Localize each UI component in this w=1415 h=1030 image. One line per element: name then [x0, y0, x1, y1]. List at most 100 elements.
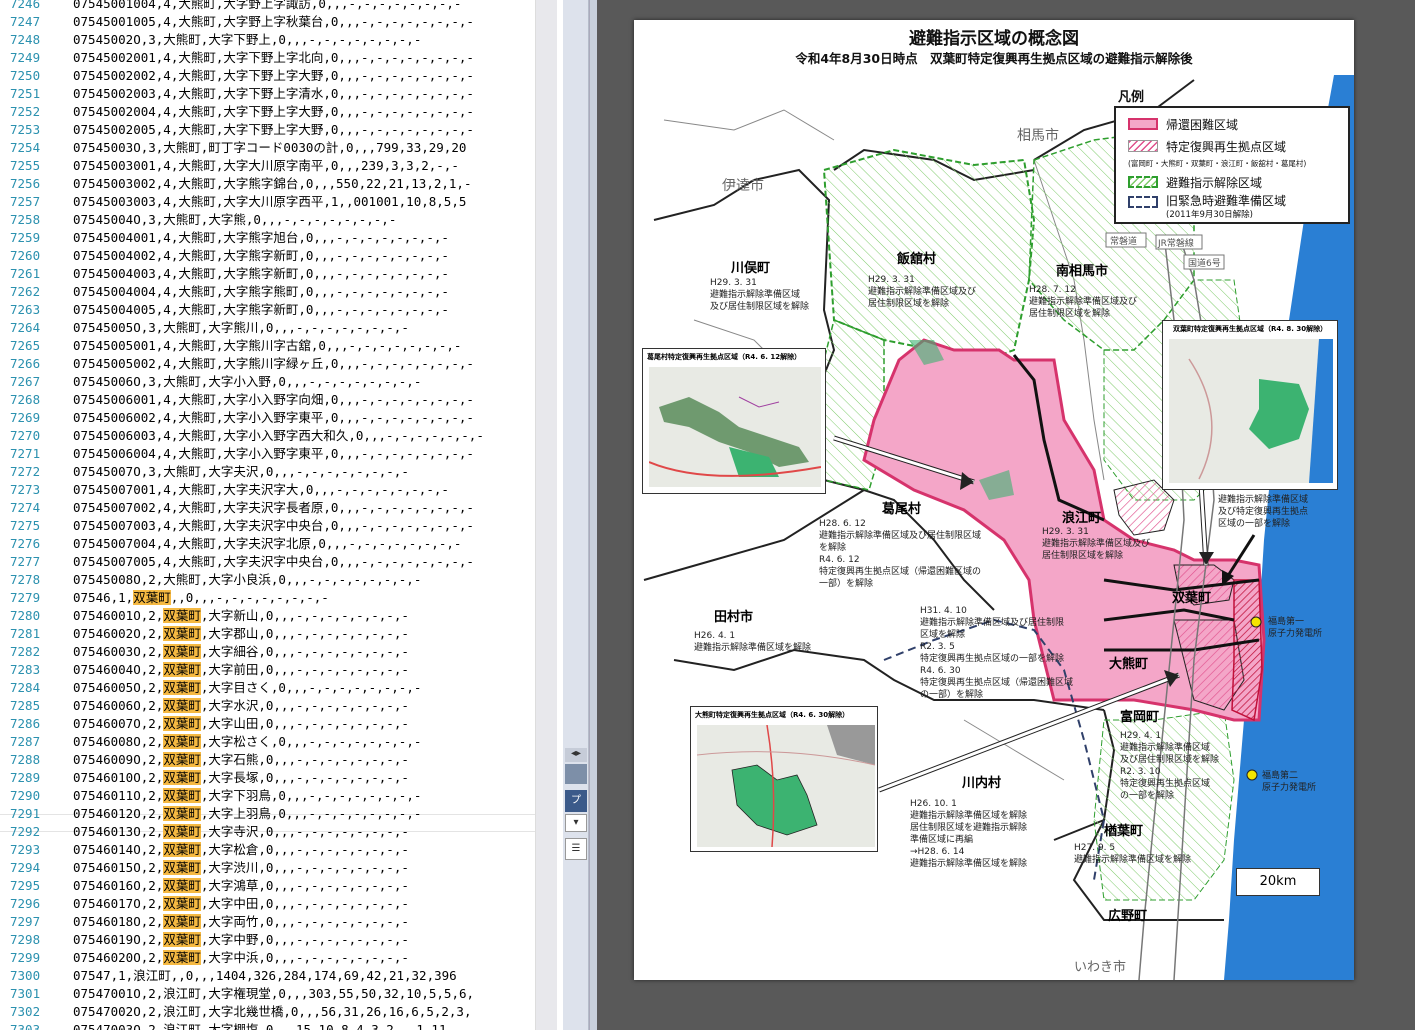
code-line[interactable]: 7279 07546,1,双葉町,,0,,,-,-,-,-,-,-,-,-	[0, 589, 535, 607]
code-line[interactable]: 7256 07545003002,4,大熊町,大字熊字錦台,0,,,550,22,…	[0, 175, 535, 193]
pane-divider[interactable]	[589, 0, 597, 1030]
code-line[interactable]: 7253 07545002005,4,大熊町,大字下野上字大野,0,,,-,-,-…	[0, 121, 535, 139]
line-text[interactable]: 07545002001,4,大熊町,大字下野上字北向,0,,,-,-,-,-,-…	[73, 49, 474, 67]
line-text[interactable]: 07545007001,4,大熊町,大字夫沢字大,0,,,-,-,-,-,-,-…	[73, 481, 449, 499]
code-line[interactable]: 7280 07546001O,2,双葉町,大字新山,0,,,-,-,-,-,-,-…	[0, 607, 535, 625]
line-text[interactable]: 07545002002,4,大熊町,大字下野上字大野,0,,,-,-,-,-,-…	[73, 67, 474, 85]
line-text[interactable]: 07545001005,4,大熊町,大字野上字秋葉台,0,,,-,-,-,-,-…	[73, 13, 474, 31]
line-text[interactable]: 07546001O,2,双葉町,大字新山,0,,,-,-,-,-,-,-,-,-	[73, 607, 409, 625]
editor-scrollbar[interactable]	[535, 0, 557, 1030]
line-text[interactable]: 07545008O,2,大熊町,大字小良浜,0,,,-,-,-,-,-,-,-,…	[73, 571, 421, 589]
line-text[interactable]: 07546014O,2,双葉町,大字松倉,0,,,-,-,-,-,-,-,-,-	[73, 841, 409, 859]
code-line[interactable]: 7278 07545008O,2,大熊町,大字小良浜,0,,,-,-,-,-,-,…	[0, 571, 535, 589]
line-text[interactable]: 07546020O,2,双葉町,大字中浜,0,,,-,-,-,-,-,-,-,-	[73, 949, 409, 967]
csv-editor[interactable]: 7246 07545001004,4,大熊町,大字野上字諏訪,0,,,-,-,-,…	[0, 0, 535, 1030]
line-text[interactable]: 07546002O,2,双葉町,大字郡山,0,,,-,-,-,-,-,-,-,-	[73, 625, 409, 643]
code-line[interactable]: 7258 07545004O,3,大熊町,大字熊,0,,,-,-,-,-,-,-,…	[0, 211, 535, 229]
line-text[interactable]: 07545002004,4,大熊町,大字下野上字大野,0,,,-,-,-,-,-…	[73, 103, 474, 121]
code-line[interactable]: 7261 07545004003,4,大熊町,大字熊字新町,0,,,-,-,-,-…	[0, 265, 535, 283]
line-text[interactable]: 07546006O,2,双葉町,大字水沢,0,,,-,-,-,-,-,-,-,-	[73, 697, 409, 715]
line-text[interactable]: 07546004O,2,双葉町,大字前田,0,,,-,-,-,-,-,-,-,-	[73, 661, 409, 679]
code-line[interactable]: 7272 07545007O,3,大熊町,大字夫沢,0,,,-,-,-,-,-,-…	[0, 463, 535, 481]
code-line[interactable]: 7292 07546013O,2,双葉町,大字寺沢,0,,,-,-,-,-,-,-…	[0, 823, 535, 841]
line-text[interactable]: 07545004O,3,大熊町,大字熊,0,,,-,-,-,-,-,-,-,-	[73, 211, 396, 229]
dropdown-icon[interactable]: ▾	[565, 814, 587, 832]
line-text[interactable]: 07545007O,3,大熊町,大字夫沢,0,,,-,-,-,-,-,-,-,-	[73, 463, 409, 481]
line-text[interactable]: 07546012O,2,双葉町,大字上羽鳥,0,,,-,-,-,-,-,-,-,…	[73, 805, 421, 823]
split-arrows[interactable]: ◂▸	[565, 748, 587, 762]
line-text[interactable]: 07547003O,2,浪江町,大字棚塩,0,,,15,10,8,4,3,2,-…	[73, 1021, 446, 1030]
code-line[interactable]: 7276 07545007004,4,大熊町,大字夫沢字北原,0,,,-,-,-,…	[0, 535, 535, 553]
line-text[interactable]: 07546,1,双葉町,,0,,,-,-,-,-,-,-,-,-	[73, 589, 329, 607]
code-line[interactable]: 7297 07546018O,2,双葉町,大字両竹,0,,,-,-,-,-,-,-…	[0, 913, 535, 931]
split-handle[interactable]	[565, 764, 587, 784]
code-line[interactable]: 7255 07545003001,4,大熊町,大字大川原字南平,0,,,239,3…	[0, 157, 535, 175]
line-text[interactable]: 07545003O,3,大熊町,町丁字コード0030の計,0,,,799,33,…	[73, 139, 466, 157]
code-line[interactable]: 7281 07546002O,2,双葉町,大字郡山,0,,,-,-,-,-,-,-…	[0, 625, 535, 643]
line-text[interactable]: 07546010O,2,双葉町,大字長塚,0,,,-,-,-,-,-,-,-,-	[73, 769, 409, 787]
code-line[interactable]: 7246 07545001004,4,大熊町,大字野上字諏訪,0,,,-,-,-,…	[0, 0, 535, 13]
code-line[interactable]: 7303 07547003O,2,浪江町,大字棚塩,0,,,15,10,8,4,3…	[0, 1021, 535, 1030]
line-text[interactable]: 07545004004,4,大熊町,大字熊字熊町,0,,,-,-,-,-,-,-…	[73, 283, 449, 301]
line-text[interactable]: 07545003002,4,大熊町,大字熊字錦台,0,,,550,22,21,1…	[73, 175, 471, 193]
line-text[interactable]: 07545004005,4,大熊町,大字熊字新町,0,,,-,-,-,-,-,-…	[73, 301, 449, 319]
code-line[interactable]: 7291 07546012O,2,双葉町,大字上羽鳥,0,,,-,-,-,-,-,…	[0, 805, 535, 823]
line-text[interactable]: 07545003003,4,大熊町,大字大川原字西平,1,,001001,10,…	[73, 193, 466, 211]
code-line[interactable]: 7295 07546016O,2,双葉町,大字鴻草,0,,,-,-,-,-,-,-…	[0, 877, 535, 895]
code-line[interactable]: 7271 07545006004,4,大熊町,大字小入野字東平,0,,,-,-,-…	[0, 445, 535, 463]
code-line[interactable]: 7283 07546004O,2,双葉町,大字前田,0,,,-,-,-,-,-,-…	[0, 661, 535, 679]
line-text[interactable]: 07545006O,3,大熊町,大字小入野,0,,,-,-,-,-,-,-,-,…	[73, 373, 421, 391]
line-text[interactable]: 07545007003,4,大熊町,大字夫沢字中央台,0,,,-,-,-,-,-…	[73, 517, 474, 535]
code-line[interactable]: 7257 07545003003,4,大熊町,大字大川原字西平,1,,001001…	[0, 193, 535, 211]
line-text[interactable]: 07545001004,4,大熊町,大字野上字諏訪,0,,,-,-,-,-,-,…	[73, 0, 461, 13]
line-text[interactable]: 07546016O,2,双葉町,大字鴻草,0,,,-,-,-,-,-,-,-,-	[73, 877, 409, 895]
line-text[interactable]: 07545005001,4,大熊町,大字熊川字古舘,0,,,-,-,-,-,-,…	[73, 337, 461, 355]
line-text[interactable]: 07545004001,4,大熊町,大字熊字旭台,0,,,-,-,-,-,-,-…	[73, 229, 449, 247]
code-line[interactable]: 7265 07545005001,4,大熊町,大字熊川字古舘,0,,,-,-,-,…	[0, 337, 535, 355]
line-text[interactable]: 07547001O,2,浪江町,大字権現堂,0,,,303,55,50,32,1…	[73, 985, 474, 1003]
line-text[interactable]: 07547,1,浪江町,,0,,,1404,326,284,174,69,42,…	[73, 967, 457, 985]
line-text[interactable]: 07545002O,3,大熊町,大字下野上,0,,,-,-,-,-,-,-,-,…	[73, 31, 421, 49]
line-text[interactable]: 07546018O,2,双葉町,大字両竹,0,,,-,-,-,-,-,-,-,-	[73, 913, 409, 931]
code-line[interactable]: 7267 07545006O,3,大熊町,大字小入野,0,,,-,-,-,-,-,…	[0, 373, 535, 391]
code-line[interactable]: 7248 07545002O,3,大熊町,大字下野上,0,,,-,-,-,-,-,…	[0, 31, 535, 49]
code-line[interactable]: 7262 07545004004,4,大熊町,大字熊字熊町,0,,,-,-,-,-…	[0, 283, 535, 301]
line-text[interactable]: 07545004002,4,大熊町,大字熊字新町,0,,,-,-,-,-,-,-…	[73, 247, 449, 265]
code-line[interactable]: 7249 07545002001,4,大熊町,大字下野上字北向,0,,,-,-,-…	[0, 49, 535, 67]
line-text[interactable]: 07545004003,4,大熊町,大字熊字新町,0,,,-,-,-,-,-,-…	[73, 265, 449, 283]
code-line[interactable]: 7247 07545001005,4,大熊町,大字野上字秋葉台,0,,,-,-,-…	[0, 13, 535, 31]
code-line[interactable]: 7287 07546008O,2,双葉町,大字松さく,0,,,-,-,-,-,-,…	[0, 733, 535, 751]
code-line[interactable]: 7259 07545004001,4,大熊町,大字熊字旭台,0,,,-,-,-,-…	[0, 229, 535, 247]
code-line[interactable]: 7269 07545006002,4,大熊町,大字小入野字東平,0,,,-,-,-…	[0, 409, 535, 427]
code-line[interactable]: 7302 07547002O,2,浪江町,大字北幾世橋,0,,,56,31,26,…	[0, 1003, 535, 1021]
line-text[interactable]: 07546017O,2,双葉町,大字中田,0,,,-,-,-,-,-,-,-,-	[73, 895, 409, 913]
line-text[interactable]: 07545003001,4,大熊町,大字大川原字南平,0,,,239,3,3,2…	[73, 157, 459, 175]
line-text[interactable]: 07545006002,4,大熊町,大字小入野字東平,0,,,-,-,-,-,-…	[73, 409, 474, 427]
code-line[interactable]: 7270 07545006003,4,大熊町,大字小入野字西大和久,0,,,-,-…	[0, 427, 535, 445]
code-line[interactable]: 7298 07546019O,2,双葉町,大字中野,0,,,-,-,-,-,-,-…	[0, 931, 535, 949]
panel-tab[interactable]: プ	[565, 790, 587, 812]
line-text[interactable]: 07546005O,2,双葉町,大字目さく,0,,,-,-,-,-,-,-,-,…	[73, 679, 421, 697]
list-view-icon[interactable]: ☰	[565, 838, 587, 860]
line-text[interactable]: 07545002005,4,大熊町,大字下野上字大野,0,,,-,-,-,-,-…	[73, 121, 474, 139]
line-text[interactable]: 07545002003,4,大熊町,大字下野上字清水,0,,,-,-,-,-,-…	[73, 85, 474, 103]
code-line[interactable]: 7277 07545007005,4,大熊町,大字夫沢字中央台,0,,,-,-,-…	[0, 553, 535, 571]
code-line[interactable]: 7288 07546009O,2,双葉町,大字石熊,0,,,-,-,-,-,-,-…	[0, 751, 535, 769]
line-text[interactable]: 07546019O,2,双葉町,大字中野,0,,,-,-,-,-,-,-,-,-	[73, 931, 409, 949]
line-text[interactable]: 07546007O,2,双葉町,大字山田,0,,,-,-,-,-,-,-,-,-	[73, 715, 409, 733]
code-line[interactable]: 7260 07545004002,4,大熊町,大字熊字新町,0,,,-,-,-,-…	[0, 247, 535, 265]
line-text[interactable]: 07546003O,2,双葉町,大字細谷,0,,,-,-,-,-,-,-,-,-	[73, 643, 409, 661]
code-line[interactable]: 7263 07545004005,4,大熊町,大字熊字新町,0,,,-,-,-,-…	[0, 301, 535, 319]
code-line[interactable]: 7299 07546020O,2,双葉町,大字中浜,0,,,-,-,-,-,-,-…	[0, 949, 535, 967]
code-line[interactable]: 7251 07545002003,4,大熊町,大字下野上字清水,0,,,-,-,-…	[0, 85, 535, 103]
code-line[interactable]: 7296 07546017O,2,双葉町,大字中田,0,,,-,-,-,-,-,-…	[0, 895, 535, 913]
line-text[interactable]: 07545007004,4,大熊町,大字夫沢字北原,0,,,-,-,-,-,-,…	[73, 535, 461, 553]
code-line[interactable]: 7301 07547001O,2,浪江町,大字権現堂,0,,,303,55,50,…	[0, 985, 535, 1003]
line-text[interactable]: 07545006001,4,大熊町,大字小入野字向畑,0,,,-,-,-,-,-…	[73, 391, 474, 409]
code-line[interactable]: 7273 07545007001,4,大熊町,大字夫沢字大,0,,,-,-,-,-…	[0, 481, 535, 499]
code-line[interactable]: 7268 07545006001,4,大熊町,大字小入野字向畑,0,,,-,-,-…	[0, 391, 535, 409]
code-line[interactable]: 7290 07546011O,2,双葉町,大字下羽鳥,0,,,-,-,-,-,-,…	[0, 787, 535, 805]
code-line[interactable]: 7266 07545005002,4,大熊町,大字熊川字緑ヶ丘,0,,,-,-,-…	[0, 355, 535, 373]
line-text[interactable]: 07545006003,4,大熊町,大字小入野字西大和久,0,,,-,-,-,-…	[73, 427, 484, 445]
code-line[interactable]: 7252 07545002004,4,大熊町,大字下野上字大野,0,,,-,-,-…	[0, 103, 535, 121]
